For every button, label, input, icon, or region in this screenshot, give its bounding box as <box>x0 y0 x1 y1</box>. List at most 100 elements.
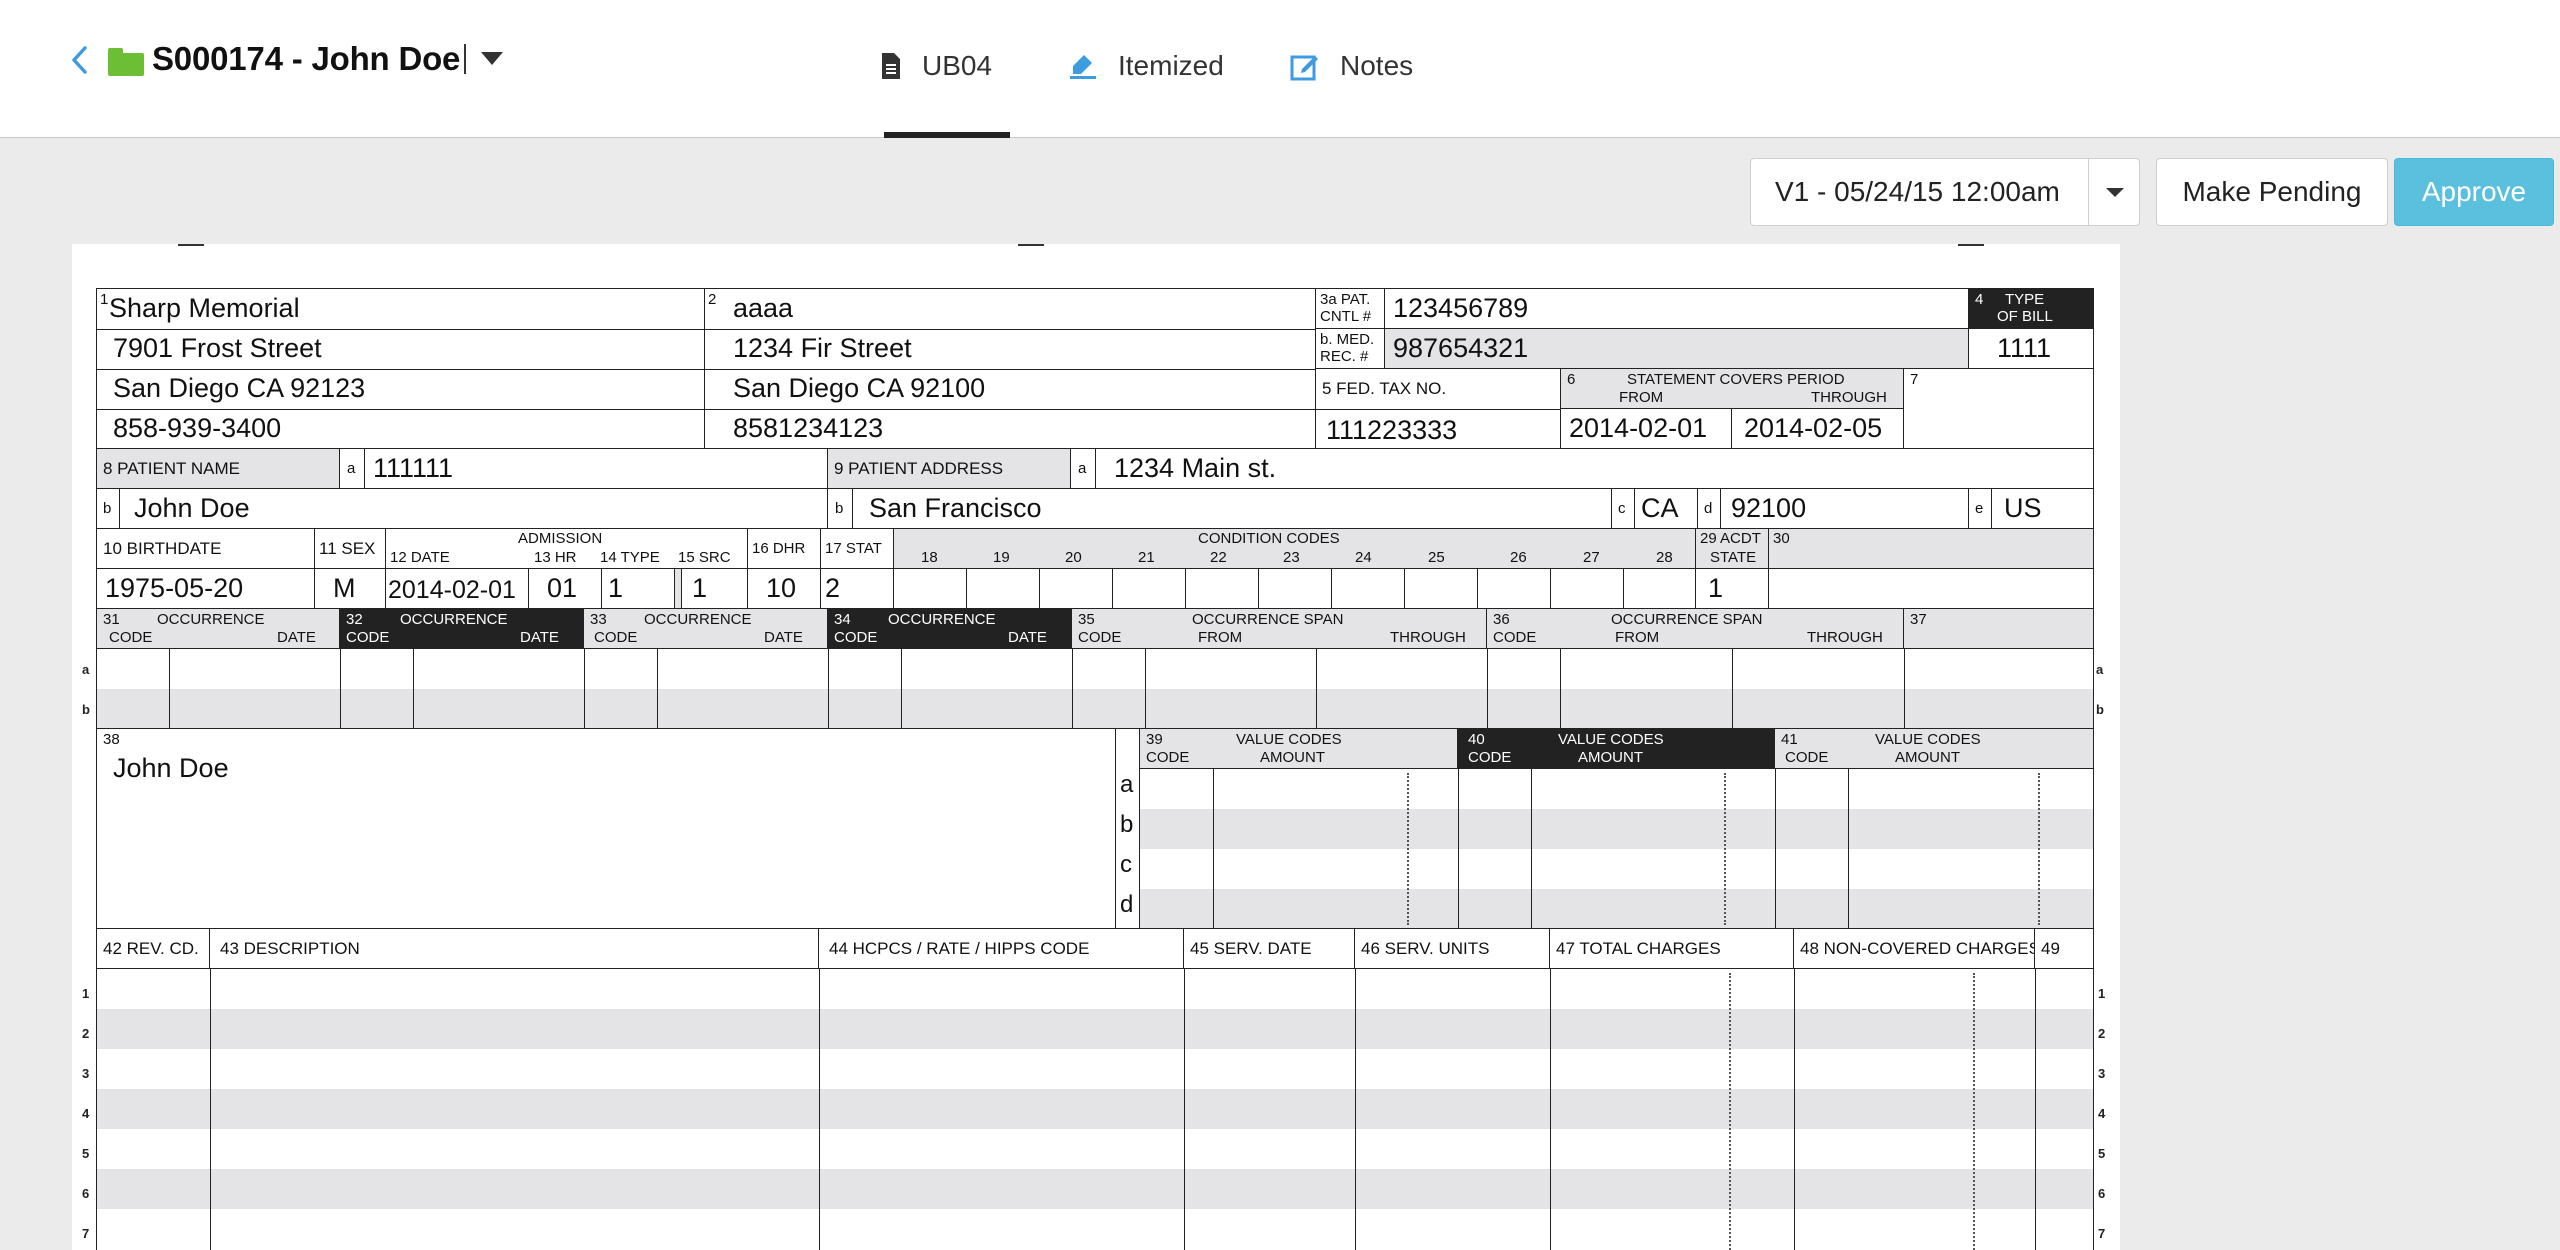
make-pending-button[interactable]: Make Pending <box>2156 158 2388 226</box>
col-49-header: 49 <box>2034 928 2094 969</box>
col-description-header: 43 DESCRIPTION <box>209 928 819 969</box>
occurrence-span-36-header: 36 OCCURRENCE SPAN CODE FROM THROUGH <box>1486 608 1904 649</box>
occurrence-32-header: 32 OCCURRENCE CODE DATE <box>339 608 584 649</box>
provider-phone[interactable]: 858-939-3400 <box>113 413 281 444</box>
statement-through-date[interactable]: 2014-02-05 <box>1731 408 1904 449</box>
sex-field[interactable]: M <box>314 568 386 609</box>
field-30-value[interactable] <box>1768 568 2094 609</box>
back-chevron-icon[interactable] <box>68 44 92 76</box>
highlighter-icon <box>1070 55 1096 79</box>
occurrence-row-label-a: a <box>82 662 90 677</box>
condition-code-20[interactable] <box>1039 568 1113 609</box>
condition-code-19[interactable] <box>966 568 1040 609</box>
col-serv-units-header: 46 SERV. UNITS <box>1354 928 1550 969</box>
provider-city[interactable]: San Diego CA 92123 <box>113 373 365 404</box>
field-3a-label: 3a PAT. CNTL # <box>1315 288 1385 329</box>
admission-date-field[interactable]: 2014-02-01 <box>385 568 529 609</box>
statement-from-date[interactable]: 2014-02-01 <box>1560 408 1732 449</box>
birthdate-field[interactable]: 1975-05-20 <box>96 568 315 609</box>
fed-tax-value[interactable]: 111223333 <box>1326 415 1457 446</box>
field-8-label: 8 PATIENT NAME <box>96 448 340 489</box>
condition-code-24[interactable] <box>1331 568 1405 609</box>
occurrence-row-label-a-right: a <box>2096 662 2104 677</box>
patient-zip-field[interactable]: 92100 <box>1720 488 1969 529</box>
approve-button[interactable]: Approve <box>2394 158 2554 226</box>
col-non-covered-header: 48 NON-COVERED CHARGES <box>1793 928 2035 969</box>
edit-note-icon <box>1290 55 1318 81</box>
payto-city[interactable]: San Diego CA 92100 <box>733 373 985 404</box>
case-title: S000174 - John Doe <box>152 40 461 77</box>
value-codes-40-header: 40 VALUE CODES CODE AMOUNT <box>1457 728 1775 769</box>
status-field[interactable]: 2 <box>820 568 894 609</box>
accident-state-field[interactable]: 1 <box>1695 568 1769 609</box>
condition-codes-header: CONDITION CODES 18 19 20 21 22 23 24 25 … <box>893 528 1696 569</box>
field-6-label: 6 STATEMENT COVERS PERIOD FROM THROUGH <box>1560 368 1904 409</box>
col-serv-date-header: 45 SERV. DATE <box>1183 928 1355 969</box>
value-codes-grid[interactable] <box>1139 768 2094 929</box>
col-rev-cd-header: 42 REV. CD. <box>96 928 210 969</box>
version-label: V1 - 05/24/15 12:00am <box>1775 176 2060 207</box>
patient-city-field[interactable]: San Francisco <box>852 488 1612 529</box>
tab-notes-label: Notes <box>1340 50 1414 81</box>
line-number-left: 3 <box>82 1066 90 1081</box>
occurrence-rows[interactable] <box>96 648 2094 729</box>
payto-phone[interactable]: 8581234123 <box>733 413 883 444</box>
document-icon <box>882 53 900 79</box>
admission-source-field[interactable]: 1 <box>681 568 748 609</box>
provider-name[interactable]: Sharp Memorial <box>109 293 300 324</box>
patient-state-field[interactable]: CA <box>1634 488 1698 529</box>
patient-street-field[interactable]: 1234 Main st. <box>1095 448 2094 489</box>
field-2-pay-to: 2 aaaa 1234 Fir Street San Diego CA 9210… <box>704 288 1316 449</box>
condition-code-27[interactable] <box>1550 568 1624 609</box>
patient-country-field[interactable]: US <box>1991 488 2094 529</box>
condition-code-18[interactable] <box>893 568 967 609</box>
line-number-right: 7 <box>2098 1226 2106 1241</box>
line-number-right: 4 <box>2098 1106 2106 1121</box>
patient-name-field[interactable]: John Doe <box>119 488 828 529</box>
version-select[interactable]: V1 - 05/24/15 12:00am <box>1750 158 2140 226</box>
line-number-left: 5 <box>82 1146 90 1161</box>
condition-code-26[interactable] <box>1477 568 1551 609</box>
provider-street[interactable]: 7901 Frost Street <box>113 333 322 364</box>
line-number-left: 2 <box>82 1026 90 1041</box>
condition-code-22[interactable] <box>1185 568 1259 609</box>
field-3b-medical-record[interactable]: 987654321 <box>1384 328 1969 369</box>
tab-ub04-label: UB04 <box>922 50 993 81</box>
occurrence-33-header: 33 OCCURRENCE CODE DATE <box>583 608 828 649</box>
condition-code-21[interactable] <box>1112 568 1186 609</box>
payto-street[interactable]: 1234 Fir Street <box>733 333 912 364</box>
chevron-down-icon[interactable] <box>2106 188 2124 197</box>
admission-hour-field[interactable]: 01 <box>528 568 602 609</box>
line-number-right: 3 <box>2098 1066 2106 1081</box>
admission-type-field[interactable]: 1 <box>601 568 675 609</box>
condition-code-23[interactable] <box>1258 568 1332 609</box>
occurrence-row-label-b-right: b <box>2096 702 2104 717</box>
line-items-grid[interactable] <box>96 968 2094 1250</box>
value-codes-41-header: 41 VALUE CODES CODE AMOUNT <box>1774 728 2094 769</box>
tab-ub04[interactable]: UB04 <box>880 46 992 86</box>
field-3b-label: b. MED. REC. # <box>1315 328 1385 369</box>
tab-itemized[interactable]: Itemized <box>1068 46 1224 86</box>
field-3a-patient-control[interactable]: 123456789 <box>1384 288 1969 329</box>
ub04-form: 1 Sharp Memorial 7901 Frost Street San D… <box>96 288 2094 1250</box>
condition-code-25[interactable] <box>1404 568 1478 609</box>
case-dropdown-caret-icon[interactable] <box>481 52 503 65</box>
line-number-left: 7 <box>82 1226 90 1241</box>
tab-notes[interactable]: Notes <box>1290 46 1413 86</box>
field-9-label: 9 PATIENT ADDRESS <box>827 448 1071 489</box>
field-5-fed-tax: 5 FED. TAX NO. 111223333 <box>1315 368 1561 449</box>
occurrence-span-35-header: 35 OCCURRENCE SPAN CODE FROM THROUGH <box>1071 608 1487 649</box>
discharge-hour-field[interactable]: 10 <box>747 568 821 609</box>
patient-id-field[interactable]: 111111 <box>364 448 828 489</box>
field-38-responsible-party[interactable]: 38 John Doe <box>96 728 1116 929</box>
active-tab-indicator <box>884 132 1010 138</box>
payto-name[interactable]: aaaa <box>733 293 793 324</box>
line-number-left: 1 <box>82 986 90 1001</box>
tab-itemized-label: Itemized <box>1118 50 1224 81</box>
value-codes-39-header: 39 VALUE CODES CODE AMOUNT <box>1139 728 1458 769</box>
field-37: 37 <box>1903 608 2094 649</box>
condition-code-28[interactable] <box>1623 568 1696 609</box>
field-7: 7 <box>1903 368 2094 449</box>
field-4-type-of-bill[interactable]: 1111 <box>1968 328 2094 369</box>
line-number-left: 6 <box>82 1186 90 1201</box>
